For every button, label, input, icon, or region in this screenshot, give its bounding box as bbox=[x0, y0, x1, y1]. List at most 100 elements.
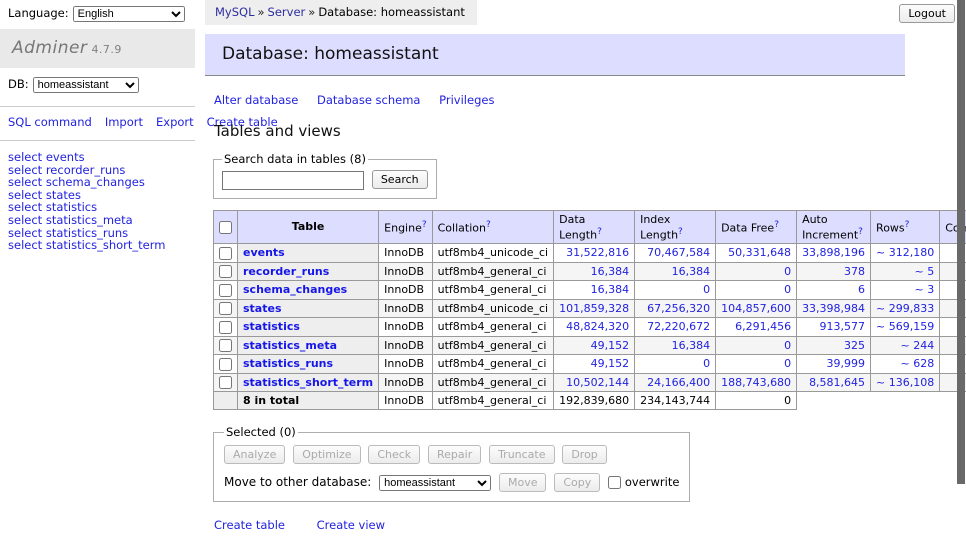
import-link[interactable]: Import bbox=[105, 115, 143, 129]
rows-count-link[interactable]: ~ 136,108 bbox=[876, 376, 934, 389]
breadcrumb-mysql-link[interactable]: MySQL bbox=[215, 5, 255, 19]
sidebar-item-select-statistics-short-term[interactable]: select statistics_short_term bbox=[8, 239, 187, 252]
check-button[interactable]: Check bbox=[368, 445, 420, 464]
copy-button[interactable]: Copy bbox=[554, 473, 600, 492]
rows-count-link[interactable]: ~ 312,180 bbox=[876, 246, 934, 259]
index-length-link[interactable]: 24,166,400 bbox=[647, 376, 710, 389]
engine-help-link[interactable]: ? bbox=[422, 220, 427, 230]
rows-count-link[interactable]: ~ 244 bbox=[901, 339, 935, 352]
search-button[interactable]: Search bbox=[372, 170, 428, 189]
search-input[interactable] bbox=[222, 171, 364, 190]
alter-database-link[interactable]: Alter database bbox=[214, 93, 298, 107]
data-free-link[interactable]: 0 bbox=[784, 339, 791, 352]
db-select[interactable]: homeassistant bbox=[33, 77, 139, 93]
drop-button[interactable]: Drop bbox=[562, 445, 606, 464]
data-free-link[interactable]: 0 bbox=[784, 265, 791, 278]
data-length-link[interactable]: 48,824,320 bbox=[566, 320, 629, 333]
auto-increment-link[interactable]: 8,581,645 bbox=[809, 376, 865, 389]
rows-count-link[interactable]: ~ 3 bbox=[915, 283, 935, 296]
sidebar-item-select-events[interactable]: select events bbox=[8, 151, 187, 164]
row-checkbox[interactable] bbox=[219, 265, 232, 278]
table-link[interactable]: schema_changes bbox=[243, 283, 347, 296]
row-checkbox[interactable] bbox=[219, 339, 232, 352]
row-checkbox[interactable] bbox=[219, 247, 232, 260]
data-length-link[interactable]: 16,384 bbox=[591, 265, 630, 278]
data-length-link[interactable]: 49,152 bbox=[591, 339, 630, 352]
row-checkbox[interactable] bbox=[219, 284, 232, 297]
truncate-button[interactable]: Truncate bbox=[489, 445, 554, 464]
index-length-link[interactable]: 0 bbox=[703, 357, 710, 370]
table-link[interactable]: events bbox=[243, 246, 285, 259]
index-length-link[interactable]: 16,384 bbox=[672, 339, 711, 352]
create-view-link[interactable]: Create view bbox=[317, 518, 385, 532]
breadcrumb-server-link[interactable]: Server bbox=[268, 5, 306, 19]
index-length-link[interactable]: 67,256,320 bbox=[647, 302, 710, 315]
auto-increment-help-link[interactable]: ? bbox=[858, 227, 863, 237]
move-button[interactable]: Move bbox=[499, 473, 547, 492]
data-free-help-link[interactable]: ? bbox=[774, 220, 779, 230]
rows-count-link[interactable]: ~ 569,159 bbox=[876, 320, 934, 333]
analyze-button[interactable]: Analyze bbox=[224, 445, 285, 464]
table-link[interactable]: statistics_short_term bbox=[243, 376, 373, 389]
overwrite-checkbox[interactable] bbox=[608, 476, 621, 489]
database-schema-link[interactable]: Database schema bbox=[317, 93, 420, 107]
collation-cell: utf8mb4_general_ci bbox=[432, 336, 553, 355]
db-label: DB: bbox=[8, 77, 29, 91]
index-length-link[interactable]: 70,467,584 bbox=[647, 246, 710, 259]
auto-increment-link[interactable]: 33,398,984 bbox=[802, 302, 865, 315]
rows-count-link[interactable]: ~ 628 bbox=[901, 357, 935, 370]
sidebar-item-select-statistics-meta[interactable]: select statistics_meta bbox=[8, 214, 187, 227]
move-database-select[interactable]: homeassistant bbox=[379, 475, 491, 491]
privileges-link[interactable]: Privileges bbox=[439, 93, 494, 107]
row-checkbox[interactable] bbox=[219, 358, 232, 371]
sidebar-item-select-schema-changes[interactable]: select schema_changes bbox=[8, 176, 187, 189]
row-checkbox[interactable] bbox=[219, 321, 232, 334]
vertical-scrollbar[interactable] bbox=[957, 0, 965, 484]
optimize-button[interactable]: Optimize bbox=[293, 445, 360, 464]
main-content: MySQL»Server»Database: homeassistant Dat… bbox=[205, 0, 905, 543]
auto-increment-link[interactable]: 39,999 bbox=[827, 357, 866, 370]
index-length-link[interactable]: 16,384 bbox=[672, 265, 711, 278]
data-free-link[interactable]: 188,743,680 bbox=[721, 376, 791, 389]
data-free-link[interactable]: 0 bbox=[784, 283, 791, 296]
language-select[interactable]: English bbox=[73, 6, 185, 22]
table-link[interactable]: states bbox=[243, 302, 282, 315]
auto-increment-link[interactable]: 378 bbox=[844, 265, 865, 278]
data-length-link[interactable]: 16,384 bbox=[591, 283, 630, 296]
data-free-link[interactable]: 6,291,456 bbox=[735, 320, 791, 333]
auto-increment-link[interactable]: 325 bbox=[844, 339, 865, 352]
data-free-link[interactable]: 0 bbox=[784, 357, 791, 370]
row-checkbox[interactable] bbox=[219, 302, 232, 315]
rows-help-link[interactable]: ? bbox=[905, 220, 910, 230]
row-checkbox[interactable] bbox=[219, 376, 232, 389]
data-length-link[interactable]: 101,859,328 bbox=[559, 302, 629, 315]
table-link[interactable]: recorder_runs bbox=[243, 265, 329, 278]
collation-help-link[interactable]: ? bbox=[486, 220, 491, 230]
auto-increment-link[interactable]: 33,898,196 bbox=[802, 246, 865, 259]
table-link[interactable]: statistics bbox=[243, 320, 300, 333]
table-link[interactable]: statistics_runs bbox=[243, 357, 333, 370]
data-length-link[interactable]: 49,152 bbox=[591, 357, 630, 370]
logout-button[interactable]: Logout bbox=[899, 4, 955, 23]
tables-and-views-heading: Tables and views bbox=[214, 122, 905, 140]
create-table-link[interactable]: Create table bbox=[214, 518, 285, 532]
column-header-rows: Rows bbox=[876, 222, 905, 235]
data-free-link[interactable]: 50,331,648 bbox=[728, 246, 791, 259]
data-length-link[interactable]: 10,502,144 bbox=[566, 376, 629, 389]
export-link[interactable]: Export bbox=[156, 115, 194, 129]
auto-increment-link[interactable]: 913,577 bbox=[820, 320, 866, 333]
rows-count-link[interactable]: ~ 5 bbox=[915, 265, 935, 278]
sql-command-link[interactable]: SQL command bbox=[8, 115, 92, 129]
total-data-length: 192,839,680 bbox=[554, 392, 635, 410]
index-length-link[interactable]: 72,220,672 bbox=[647, 320, 710, 333]
data-length-link[interactable]: 31,522,816 bbox=[566, 246, 629, 259]
data-free-link[interactable]: 104,857,600 bbox=[721, 302, 791, 315]
repair-button[interactable]: Repair bbox=[428, 445, 481, 464]
data-length-help-link[interactable]: ? bbox=[597, 227, 602, 237]
index-length-link[interactable]: 0 bbox=[703, 283, 710, 296]
table-link[interactable]: statistics_meta bbox=[243, 339, 337, 352]
index-length-help-link[interactable]: ? bbox=[678, 227, 683, 237]
select-all-checkbox[interactable] bbox=[219, 221, 232, 234]
auto-increment-link[interactable]: 6 bbox=[858, 283, 865, 296]
rows-count-link[interactable]: ~ 299,833 bbox=[876, 302, 934, 315]
